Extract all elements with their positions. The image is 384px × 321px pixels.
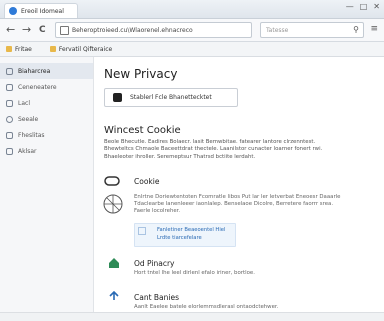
window-controls: — □ ✕ xyxy=(346,2,380,11)
section-description: Beole Bhecutle. Eadires Bolaecr. lasit B… xyxy=(104,139,323,160)
history-icon xyxy=(6,131,13,139)
sidebar-item-history[interactable]: Fheslitas xyxy=(0,127,93,143)
sidebar-item-accounts[interactable]: Ceneneatere xyxy=(0,79,93,95)
tab-title: Ereoil Idomeal xyxy=(21,7,64,15)
sidebar-item-label: Fheslitas xyxy=(18,131,45,139)
cookie-description: Enlrtne Doriewtentoten Fcomratle libos P… xyxy=(134,194,341,215)
folder-icon xyxy=(49,46,56,52)
sidebar-item-label: Biaharcrea xyxy=(18,67,51,75)
shield-icon xyxy=(6,67,13,75)
bell-icon xyxy=(6,147,13,155)
sidebar-item-label: Aklsar xyxy=(18,147,37,155)
sidebar-item-label: Ceneneatere xyxy=(18,83,57,91)
privacy-title: Od Pinacry xyxy=(134,259,175,268)
minimize-button[interactable]: — xyxy=(346,2,354,11)
lock-icon xyxy=(113,93,122,102)
cookie-link-secondary[interactable]: Lrdte tiarcefelare xyxy=(157,235,202,241)
settings-sidebar: Biaharcrea Ceneneatere Lacl Seeale Fhesl… xyxy=(0,57,94,320)
sidebar-item-lock[interactable]: Lacl xyxy=(0,95,93,111)
cookie-link-box[interactable]: Fanletiner Beaeoentel Hiel Lrdte tiarcef… xyxy=(134,223,236,247)
sidebar-item-label: Seeale xyxy=(18,115,39,123)
bookmark-label: Fervatil Qifteraice xyxy=(58,45,113,53)
sidebar-item-alerts[interactable]: Aklsar xyxy=(0,143,93,159)
search-icon: ⚲ xyxy=(353,25,359,34)
maximize-button[interactable]: □ xyxy=(360,2,368,11)
browser-tab[interactable]: Ereoil Idomeal xyxy=(4,3,78,18)
search-input[interactable]: Tatesse ⚲ xyxy=(260,22,364,38)
home-icon xyxy=(108,257,120,272)
menu-button[interactable]: ≡ xyxy=(370,24,378,34)
section-title: Wincest Cookie xyxy=(104,125,181,136)
search-placeholder: Tatesse xyxy=(266,26,289,34)
page-icon xyxy=(60,25,69,35)
setting-button-label: Stablerl Fcle Bhanettecktet xyxy=(130,94,212,101)
cookie-icon xyxy=(104,175,120,190)
url-text: Beheroptroieed.cu\Wlaorenel.ehnacreco xyxy=(72,26,193,34)
bookmarks-bar: Fritae Fervatil Qifteraice xyxy=(0,42,384,57)
cant-title: Cant Banies xyxy=(134,293,180,302)
users-icon xyxy=(6,83,13,91)
folder-icon xyxy=(6,46,12,52)
sidebar-item-label: Lacl xyxy=(18,99,30,107)
sidebar-item-search[interactable]: Seeale xyxy=(0,111,93,127)
address-bar[interactable]: Beheroptroieed.cu\Wlaorenel.ehnacreco xyxy=(55,22,252,38)
reload-button[interactable]: C xyxy=(39,22,46,38)
privacy-description: Hort tntel lhe leel dirlenl efalo iriner… xyxy=(134,270,255,276)
share-icon xyxy=(108,290,120,306)
globe-icon xyxy=(102,193,124,218)
sidebar-item-privacy[interactable]: Biaharcrea xyxy=(0,63,93,79)
back-button[interactable]: ← xyxy=(6,22,15,38)
bookmark-label: Fritae xyxy=(15,45,32,53)
browser-logo-icon xyxy=(9,7,17,15)
cookie-link-primary[interactable]: Fanletiner Beaeoentel Hiel xyxy=(157,227,225,233)
search-icon xyxy=(6,115,13,123)
cookie-title: Cookie xyxy=(134,177,160,186)
link-icon xyxy=(138,227,146,235)
cant-description: Aanlt Eaelee batele elorlemmsdlerasl ont… xyxy=(134,304,279,310)
forward-button[interactable]: → xyxy=(22,22,31,38)
lock-icon xyxy=(6,99,13,107)
page-title: New Privacy xyxy=(104,67,178,81)
title-bar: Ereoil Idomeal — □ ✕ xyxy=(0,0,384,19)
close-button[interactable]: ✕ xyxy=(373,2,380,11)
privacy-setting: Od Pinacry Hort tntel lhe leel dirlenl e… xyxy=(104,257,344,281)
navigation-bar: ← → C Beheroptroieed.cu\Wlaorenel.ehnacr… xyxy=(0,19,384,42)
bookmark-item[interactable]: Fervatil Qifteraice xyxy=(49,45,113,53)
bookmark-item[interactable]: Fritae xyxy=(6,46,32,53)
setting-button[interactable]: Stablerl Fcle Bhanettecktet xyxy=(104,88,238,107)
